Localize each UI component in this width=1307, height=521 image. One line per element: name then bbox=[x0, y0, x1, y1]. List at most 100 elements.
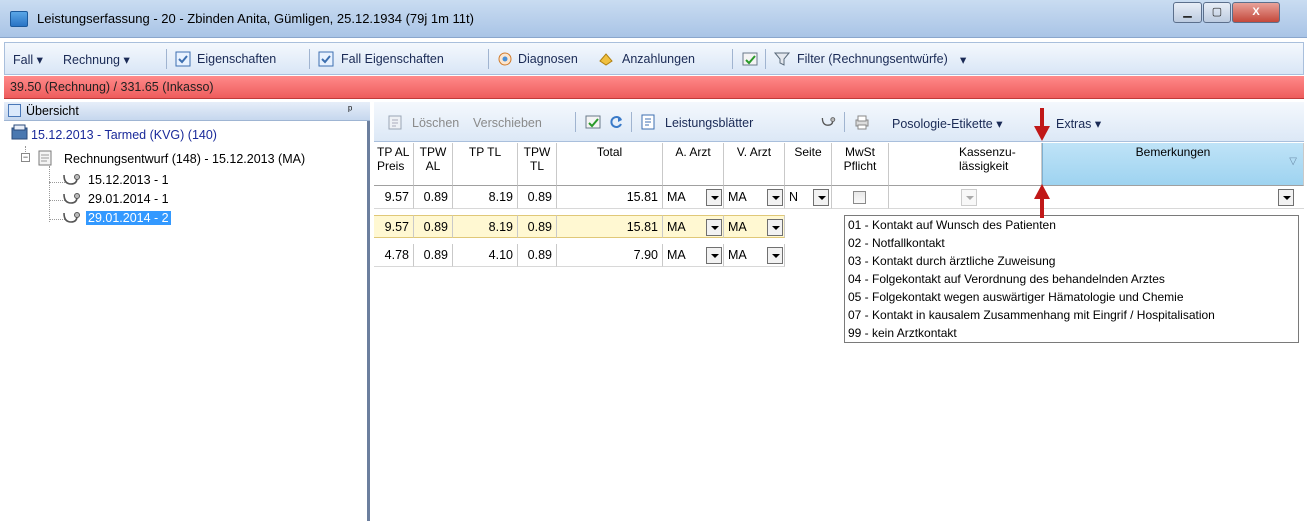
kontakt-dropdown-list[interactable]: 01 - Kontakt auf Wunsch des Patienten 02… bbox=[844, 215, 1299, 343]
tree-node-service-selected[interactable]: 29.01.2014 - 2 bbox=[86, 211, 171, 225]
filter-icon bbox=[774, 52, 790, 66]
delete-icon bbox=[388, 115, 402, 130]
payments-icon bbox=[599, 53, 613, 66]
bemerkungen-dropdown-button[interactable] bbox=[1278, 189, 1294, 206]
toolbar-separator bbox=[765, 49, 766, 69]
cell-v-arzt[interactable]: MA bbox=[724, 186, 785, 209]
col-header-a-arzt[interactable]: A. Arzt bbox=[663, 143, 724, 186]
col-header-seite[interactable]: Seite bbox=[785, 143, 832, 186]
mwst-pflicht-checkbox[interactable] bbox=[853, 191, 866, 204]
dropdown-option[interactable]: 04 - Folgekontakt auf Verordnung des beh… bbox=[848, 272, 1165, 286]
tree-node-invoice-draft[interactable]: Rechnungsentwurf (148) - 15.12.2013 (MA) bbox=[64, 152, 305, 166]
tree-node-case[interactable]: 15.12.2013 - Tarmed (KVG) (140) bbox=[31, 128, 217, 142]
main-toolbar: Fall ▾ Rechnung ▾ Eigenschaften Fall Eig… bbox=[4, 42, 1304, 75]
fall-eigenschaften-button[interactable]: Fall Eigenschaften bbox=[341, 52, 444, 66]
loeschen-button[interactable]: Löschen bbox=[412, 116, 459, 130]
balance-status-bar: 39.50 (Rechnung) / 331.65 (Inkasso) bbox=[4, 76, 1304, 99]
window-title: Leistungserfassung - 20 - Zbinden Anita,… bbox=[37, 11, 474, 26]
filter-dropdown-arrow[interactable]: ▾ bbox=[960, 52, 966, 67]
tree-node-service[interactable]: 15.12.2013 - 1 bbox=[88, 173, 169, 187]
pin-icon[interactable]: ᵖ bbox=[348, 104, 352, 116]
cell-a-arzt[interactable]: MA bbox=[663, 215, 724, 238]
verschieben-button[interactable]: Verschieben bbox=[473, 116, 542, 130]
dropdown-option[interactable]: 07 - Kontakt in kausalem Zusammenhang mi… bbox=[848, 308, 1215, 322]
collapse-toggle[interactable]: − bbox=[21, 153, 30, 162]
kassen-dropdown-button[interactable] bbox=[961, 189, 977, 206]
cell-mwst[interactable] bbox=[832, 186, 889, 209]
overview-icon bbox=[8, 104, 21, 117]
v-arzt-dropdown-button[interactable] bbox=[767, 219, 783, 236]
toolbar-separator bbox=[575, 112, 576, 132]
cell-v-arzt[interactable]: MA bbox=[724, 215, 785, 238]
cell-v-arzt[interactable]: MA bbox=[724, 244, 785, 267]
col-header-bemerkungen[interactable]: Bemerkungen ▽ bbox=[1042, 143, 1304, 186]
fall-menu[interactable]: Fall ▾ bbox=[13, 52, 43, 67]
anzahlungen-button[interactable]: Anzahlungen bbox=[622, 52, 695, 66]
cell-tpw-tl: 0.89 bbox=[518, 186, 557, 209]
cell-a-arzt-value: MA bbox=[667, 248, 686, 262]
toolbar-separator bbox=[631, 112, 632, 132]
maximize-button[interactable]: ▢ bbox=[1203, 2, 1231, 23]
overview-header: Übersicht ᵖ bbox=[4, 102, 370, 121]
cell-tp-al-preis: 4.78 bbox=[374, 244, 414, 267]
leistungsblaetter-button[interactable]: Leistungsblätter bbox=[665, 116, 753, 130]
app-icon bbox=[10, 11, 28, 27]
filter-button[interactable]: Filter (Rechnungsentwürfe) bbox=[797, 52, 948, 66]
stethoscope-icon bbox=[63, 193, 80, 204]
dropdown-option[interactable]: 03 - Kontakt durch ärztliche Zuweisung bbox=[848, 254, 1055, 268]
col-header-kassenzulaessigkeit[interactable]: Kassenzu-lässigkeit bbox=[889, 143, 1042, 186]
toolbar-separator bbox=[488, 49, 489, 69]
posologie-etikette-button[interactable]: Posologie-Etikette ▾ bbox=[892, 116, 1003, 131]
case-folder-icon bbox=[11, 124, 28, 140]
dropdown-option[interactable]: 99 - kein Arztkontakt bbox=[848, 326, 957, 340]
close-button[interactable]: X bbox=[1232, 2, 1280, 23]
stethoscope-icon bbox=[63, 212, 80, 223]
sort-indicator-icon: ▽ bbox=[1289, 156, 1297, 167]
a-arzt-dropdown-button[interactable] bbox=[706, 247, 722, 264]
cell-total: 15.81 bbox=[557, 186, 663, 209]
cell-a-arzt[interactable]: MA bbox=[663, 244, 724, 267]
stethoscope-icon[interactable] bbox=[820, 114, 836, 130]
stethoscope-icon bbox=[63, 174, 80, 185]
seite-dropdown-button[interactable] bbox=[813, 189, 829, 206]
cell-tpw-al: 0.89 bbox=[414, 244, 453, 267]
diagnosis-icon bbox=[498, 52, 512, 66]
cell-seite[interactable]: N bbox=[785, 186, 832, 209]
checklist-icon[interactable] bbox=[585, 114, 601, 130]
refresh-list-icon[interactable] bbox=[742, 51, 758, 67]
col-header-v-arzt[interactable]: V. Arzt bbox=[724, 143, 785, 186]
cell-bemerkungen[interactable] bbox=[1042, 186, 1304, 209]
cell-kassenzulaessigkeit[interactable] bbox=[889, 186, 1042, 209]
cell-v-arzt-value: MA bbox=[728, 220, 747, 234]
print-icon[interactable] bbox=[854, 114, 870, 130]
eigenschaften-button[interactable]: Eigenschaften bbox=[197, 52, 276, 66]
cell-tp-tl: 8.19 bbox=[453, 215, 518, 238]
v-arzt-dropdown-button[interactable] bbox=[767, 247, 783, 264]
cell-a-arzt-value: MA bbox=[667, 220, 686, 234]
col-header-tp-al-preis[interactable]: TP AL Preis bbox=[374, 143, 414, 186]
tree-node-service[interactable]: 29.01.2014 - 1 bbox=[88, 192, 169, 206]
a-arzt-dropdown-button[interactable] bbox=[706, 189, 722, 206]
diagnosen-button[interactable]: Diagnosen bbox=[518, 52, 578, 66]
col-header-tpw-tl[interactable]: TPW TL bbox=[518, 143, 557, 186]
cell-tp-tl: 4.10 bbox=[453, 244, 518, 267]
cell-a-arzt[interactable]: MA bbox=[663, 186, 724, 209]
balance-text: 39.50 (Rechnung) / 331.65 (Inkasso) bbox=[10, 80, 214, 94]
col-header-tp-tl[interactable]: TP TL bbox=[453, 143, 518, 186]
table-row[interactable]: 9.57 0.89 8.19 0.89 15.81 MA MA N bbox=[374, 186, 1304, 209]
dropdown-option[interactable]: 02 - Notfallkontakt bbox=[848, 236, 945, 250]
v-arzt-dropdown-button[interactable] bbox=[767, 189, 783, 206]
dropdown-option[interactable]: 05 - Folgekontakt wegen auswärtiger Häma… bbox=[848, 290, 1184, 304]
properties-icon bbox=[175, 51, 191, 67]
rechnung-menu[interactable]: Rechnung ▾ bbox=[63, 52, 130, 67]
minimize-button[interactable]: ▁ bbox=[1173, 2, 1202, 23]
dropdown-option[interactable]: 01 - Kontakt auf Wunsch des Patienten bbox=[848, 218, 1056, 232]
refresh-icon[interactable] bbox=[608, 114, 624, 130]
extras-menu[interactable]: Extras ▾ bbox=[1056, 116, 1101, 131]
a-arzt-dropdown-button[interactable] bbox=[706, 219, 722, 236]
cell-tp-tl: 8.19 bbox=[453, 186, 518, 209]
invoice-draft-icon bbox=[38, 150, 52, 166]
col-header-mwst-pflicht[interactable]: MwSt Pflicht bbox=[832, 143, 889, 186]
col-header-tpw-al[interactable]: TPW AL bbox=[414, 143, 453, 186]
col-header-total[interactable]: Total bbox=[557, 143, 663, 186]
